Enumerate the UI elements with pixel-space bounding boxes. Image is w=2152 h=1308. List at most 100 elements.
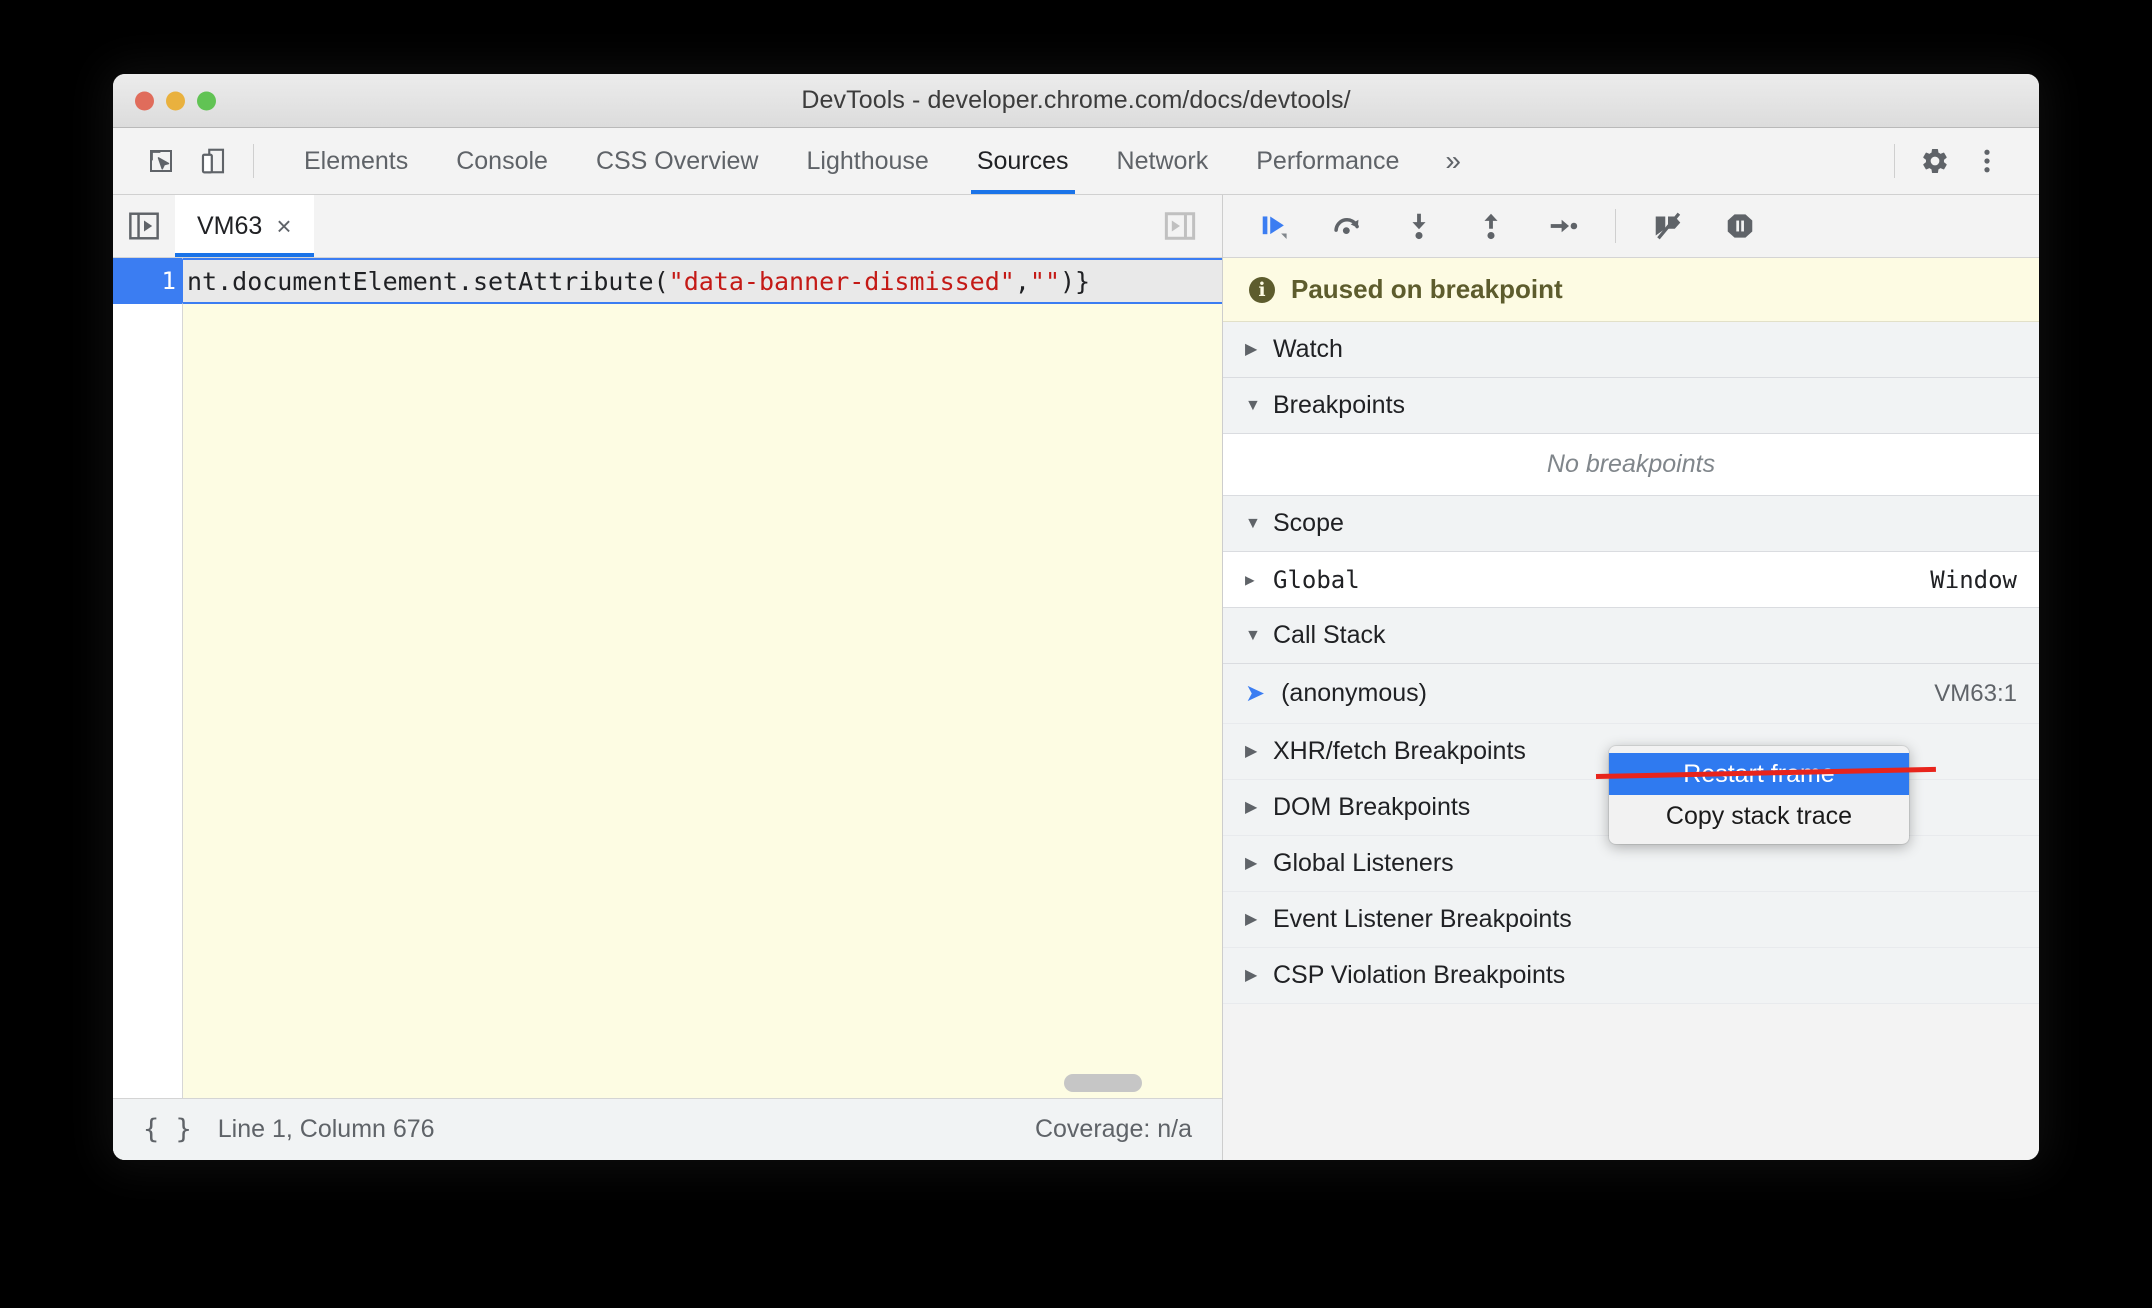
section-csp-violation-breakpoints[interactable]: ▶ CSP Violation Breakpoints <box>1223 948 2039 1004</box>
section-breakpoints[interactable]: ▼ Breakpoints <box>1223 378 2039 434</box>
tab-lighthouse[interactable]: Lighthouse <box>783 128 953 194</box>
devtools-window: DevTools - developer.chrome.com/docs/dev… <box>113 74 2039 1160</box>
inspect-element-icon[interactable] <box>135 135 187 187</box>
chevron-down-icon: ▼ <box>1245 514 1261 532</box>
more-tabs-icon[interactable]: » <box>1423 147 1483 175</box>
no-breakpoints-message: No breakpoints <box>1223 434 2039 496</box>
section-scope[interactable]: ▼ Scope <box>1223 496 2039 552</box>
resume-script-execution-icon[interactable] <box>1249 202 1301 250</box>
close-button[interactable] <box>135 91 154 110</box>
section-label: DOM Breakpoints <box>1273 793 1471 821</box>
code-token-suffix: )} <box>1060 266 1091 296</box>
horizontal-scrollbar[interactable] <box>183 1074 1222 1092</box>
show-navigator-icon[interactable] <box>113 211 175 241</box>
chevron-right-icon: ▶ <box>1245 910 1258 928</box>
chevron-down-icon: ▼ <box>1245 626 1261 644</box>
code-token-string: "data-banner-dismissed" <box>668 266 1015 296</box>
pause-on-exceptions-icon[interactable] <box>1714 202 1766 250</box>
paused-on-breakpoint-banner: i Paused on breakpoint <box>1223 258 2039 322</box>
tab-elements[interactable]: Elements <box>280 128 432 194</box>
chevron-right-icon[interactable]: ▶ <box>1245 571 1261 588</box>
code-line-1[interactable]: nt.documentElement.setAttribute("data-ba… <box>183 258 1222 304</box>
section-label: Watch <box>1273 335 1343 363</box>
sources-editor-pane: VM63 × 1 nt.documentElement.setAttribute <box>113 195 1223 1160</box>
deactivate-breakpoints-icon[interactable] <box>1642 202 1694 250</box>
context-menu-item-copy-stack-trace[interactable]: Copy stack trace <box>1609 795 1909 837</box>
tab-sources[interactable]: Sources <box>953 128 1093 194</box>
toolbar-divider-right <box>1894 144 1895 178</box>
tab-label: CSS Overview <box>595 146 759 175</box>
tab-css-overview[interactable]: CSS Overview <box>572 128 783 194</box>
chevron-right-icon: ▶ <box>1245 966 1258 984</box>
file-tab-strip: VM63 × <box>113 195 1222 258</box>
tab-label: Performance <box>1256 146 1400 175</box>
window-title: DevTools - developer.chrome.com/docs/dev… <box>801 86 1351 114</box>
tab-label: Elements <box>304 146 409 175</box>
devtools-main-toolbar: Elements Console CSS Overview Lighthouse… <box>113 128 2039 195</box>
chevron-down-icon: ▼ <box>1245 396 1261 414</box>
editor-status-bar: { } Line 1, Column 676 Coverage: n/a <box>113 1098 1222 1160</box>
gear-icon[interactable] <box>1909 135 1961 187</box>
toolbar-divider <box>253 144 254 178</box>
zoom-button[interactable] <box>197 91 216 110</box>
step-over-next-function-call-icon[interactable] <box>1321 202 1373 250</box>
toolbar-right-group <box>1880 135 2039 187</box>
call-stack-context-menu[interactable]: Restart frame Copy stack trace <box>1609 746 1909 844</box>
current-frame-arrow-icon: ➤ <box>1245 679 1266 707</box>
kebab-menu-icon[interactable] <box>1961 135 2013 187</box>
section-label: Breakpoints <box>1273 391 1406 419</box>
section-label: CSP Violation Breakpoints <box>1273 961 1566 989</box>
scope-value: Window <box>1930 565 2017 594</box>
step-into-next-function-call-icon[interactable] <box>1393 202 1445 250</box>
section-label: Global Listeners <box>1273 849 1454 877</box>
call-stack-frame-name: (anonymous) <box>1281 679 1428 707</box>
tab-console[interactable]: Console <box>432 128 572 194</box>
chevron-right-icon: ▶ <box>1245 798 1258 816</box>
section-call-stack[interactable]: ▼ Call Stack <box>1223 608 2039 664</box>
minimize-button[interactable] <box>166 91 185 110</box>
chevron-right-icon: ▶ <box>1245 340 1258 358</box>
coverage-status: Coverage: n/a <box>1034 1115 1192 1143</box>
code-token-prefix: nt.documentElement.setAttribute( <box>187 266 669 296</box>
section-event-listener-breakpoints[interactable]: ▶ Event Listener Breakpoints <box>1223 892 2039 948</box>
device-toolbar-icon[interactable] <box>187 135 239 187</box>
paused-banner-text: Paused on breakpoint <box>1291 274 1563 304</box>
call-stack-frame-location: VM63:1 <box>1934 679 2017 707</box>
section-watch[interactable]: ▶ Watch <box>1223 322 2039 378</box>
step-icon[interactable] <box>1537 202 1589 250</box>
code-token-comma: , <box>1014 266 1030 296</box>
section-label: Scope <box>1273 509 1344 537</box>
window-controls <box>135 91 216 110</box>
debugger-toolbar <box>1223 195 2039 258</box>
chevron-right-icon: ▶ <box>1245 854 1258 872</box>
show-debugger-sidebar-icon[interactable] <box>1154 204 1206 248</box>
scope-name: Global <box>1273 565 1360 594</box>
code-area[interactable]: nt.documentElement.setAttribute("data-ba… <box>183 258 1222 1098</box>
step-out-of-current-function-icon[interactable] <box>1465 202 1517 250</box>
line-number-1: 1 <box>113 258 198 304</box>
tab-label: Lighthouse <box>806 146 929 175</box>
tab-label: Console <box>456 146 548 175</box>
scrollbar-thumb[interactable] <box>1064 1074 1142 1092</box>
devtools-body: VM63 × 1 nt.documentElement.setAttribute <box>113 195 2039 1160</box>
cursor-position: Line 1, Column 676 <box>217 1115 435 1143</box>
close-icon[interactable]: × <box>276 213 291 239</box>
tab-network[interactable]: Network <box>1093 128 1233 194</box>
debugger-sidebar: i Paused on breakpoint ▶ Watch ▼ Breakpo… <box>1223 195 2039 1160</box>
section-label: XHR/fetch Breakpoints <box>1273 737 1526 765</box>
section-label: Event Listener Breakpoints <box>1273 905 1572 933</box>
section-global-listeners[interactable]: ▶ Global Listeners <box>1223 836 2039 892</box>
pretty-print-icon[interactable]: { } <box>143 1114 192 1145</box>
code-token-string-2: "" <box>1029 266 1060 296</box>
window-titlebar: DevTools - developer.chrome.com/docs/dev… <box>113 74 2039 128</box>
file-tab-vm63[interactable]: VM63 × <box>175 195 314 257</box>
scope-row-global[interactable]: ▶ Global Window <box>1223 552 2039 608</box>
section-label: Call Stack <box>1273 621 1386 649</box>
code-editor[interactable]: 1 nt.documentElement.setAttribute("data-… <box>113 258 1222 1098</box>
line-number-gutter: 1 <box>113 258 198 1098</box>
call-stack-frame[interactable]: ➤ (anonymous) VM63:1 <box>1223 664 2039 724</box>
tab-performance[interactable]: Performance <box>1232 128 1423 194</box>
tab-label: Network <box>1116 146 1209 175</box>
file-tab-label: VM63 <box>197 211 263 240</box>
info-icon: i <box>1249 276 1275 303</box>
